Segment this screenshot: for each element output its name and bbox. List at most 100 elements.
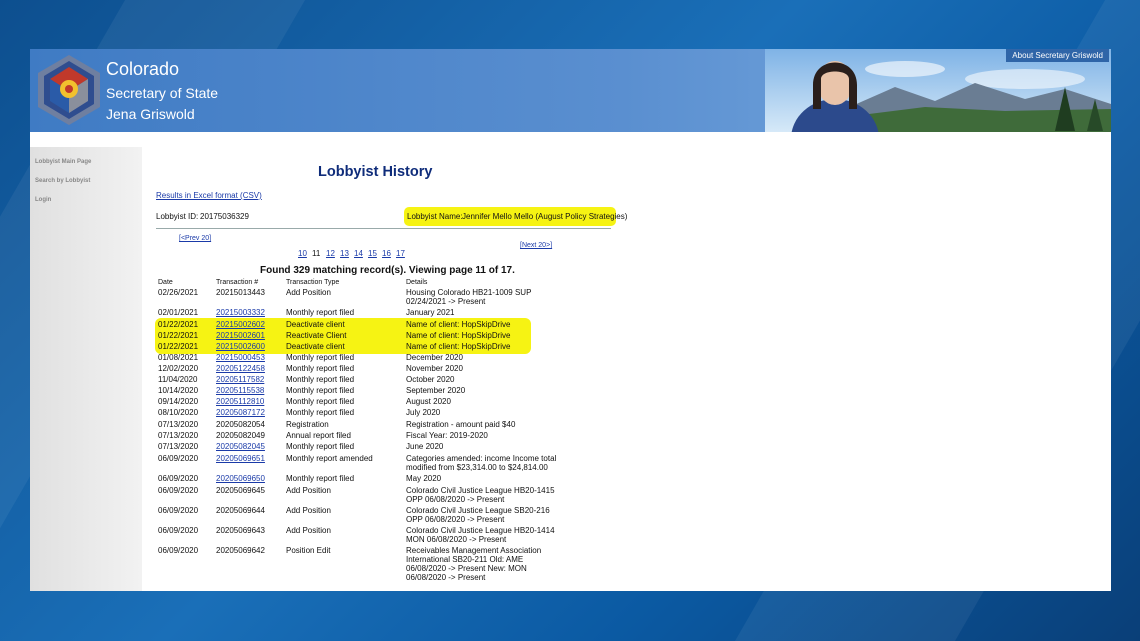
about-secretary-link[interactable]: About Secretary Griswold	[1006, 49, 1109, 62]
row-date: 06/09/2020	[158, 526, 199, 535]
sidebar: Lobbyist Main Page Search by Lobbyist Lo…	[30, 147, 142, 591]
page-link-16[interactable]: 16	[382, 249, 391, 258]
row-type: Add Position	[286, 526, 331, 535]
row-date: 01/22/2021	[158, 331, 199, 340]
row-transaction: 20215013443	[216, 288, 265, 297]
row-transaction-link[interactable]: 20205117582	[216, 375, 264, 384]
row-date: 01/08/2021	[158, 353, 199, 362]
lobbyist-name-label: Lobbyist Name:	[407, 212, 463, 221]
row-transaction: 20205082054	[216, 420, 265, 429]
row-date: 12/02/2020	[158, 364, 199, 373]
column-header-type: Transaction Type	[286, 279, 340, 286]
row-type: Deactivate client	[286, 320, 345, 329]
page-link-14[interactable]: 14	[354, 249, 363, 258]
row-details: 06/08/2020 -> Present New: MON	[406, 564, 527, 573]
page-link-13[interactable]: 13	[340, 249, 349, 258]
row-details: May 2020	[406, 474, 442, 483]
sidebar-item-login[interactable]: Login	[35, 197, 51, 203]
row-transaction-link[interactable]: 20215000453	[216, 353, 265, 362]
row-date: 06/09/2020	[158, 506, 199, 515]
row-date: 07/13/2020	[158, 442, 199, 451]
next-page-link[interactable]: [Next 20>]	[520, 242, 552, 249]
results-summary: Found 329 matching record(s). Viewing pa…	[260, 265, 515, 276]
row-date: 11/04/2020	[158, 375, 198, 384]
row-type: Add Position	[286, 288, 331, 297]
row-type: Monthly report filed	[286, 408, 355, 417]
row-details: July 2020	[406, 408, 441, 417]
row-transaction-link[interactable]: 20205115538	[216, 386, 264, 395]
row-details: 06/08/2020 -> Present	[406, 573, 486, 582]
page-link-17[interactable]: 17	[396, 249, 405, 258]
official-name: Jena Griswold	[106, 106, 195, 122]
row-transaction-link[interactable]: 20205069651	[216, 454, 265, 463]
lobbyist-id-value: 20175036329	[200, 212, 249, 221]
row-type: Monthly report filed	[286, 375, 355, 384]
row-type: Registration	[286, 420, 329, 429]
sidebar-item-search-by-lobbyist[interactable]: Search by Lobbyist	[35, 178, 90, 184]
row-details: modified from $23,314.00 to $24,814.00	[406, 463, 548, 472]
row-details: Name of client: HopSkipDrive	[406, 320, 511, 329]
row-details: Colorado Civil Justice League SB20-216	[406, 506, 550, 515]
row-details: OPP 06/08/2020 -> Present	[406, 515, 505, 524]
row-type: Monthly report filed	[286, 386, 355, 395]
row-details: January 2021	[406, 308, 455, 317]
row-transaction-link[interactable]: 20215002600	[216, 342, 265, 351]
row-date: 01/22/2021	[158, 342, 199, 351]
row-type: Add Position	[286, 486, 331, 495]
row-details: December 2020	[406, 353, 463, 362]
row-details: Name of client: HopSkipDrive	[406, 342, 511, 351]
sidebar-item-lobbyist-main[interactable]: Lobbyist Main Page	[35, 159, 91, 165]
row-transaction-link[interactable]: 20215002601	[216, 331, 265, 340]
row-type: Monthly report filed	[286, 353, 355, 362]
row-type: Monthly report amended	[286, 454, 373, 463]
row-details: August 2020	[406, 397, 451, 406]
row-date: 06/09/2020	[158, 454, 199, 463]
row-details: International SB20-211 Old: AME	[406, 555, 524, 564]
row-transaction: 20205069642	[216, 546, 265, 555]
row-transaction: 20205082049	[216, 431, 265, 440]
row-date: 06/09/2020	[158, 474, 199, 483]
row-details: Categories amended: income Income total	[406, 454, 557, 463]
row-type: Monthly report filed	[286, 364, 355, 373]
column-header-date: Date	[158, 279, 173, 286]
row-type: Reactivate Client	[286, 331, 347, 340]
row-date: 07/13/2020	[158, 420, 199, 429]
row-type: Add Position	[286, 506, 331, 515]
row-date: 10/14/2020	[158, 386, 199, 395]
row-details: OPP 06/08/2020 -> Present	[406, 495, 505, 504]
page-title: Lobbyist History	[318, 164, 433, 180]
row-details: June 2020	[406, 442, 444, 451]
row-type: Monthly report filed	[286, 397, 355, 406]
row-date: 06/09/2020	[158, 486, 199, 495]
page-link-10[interactable]: 10	[298, 249, 307, 258]
row-type: Monthly report filed	[286, 474, 355, 483]
row-date: 01/22/2021	[158, 320, 199, 329]
row-type: Monthly report filed	[286, 308, 355, 317]
row-transaction-link[interactable]: 20205069650	[216, 474, 265, 483]
row-details: October 2020	[406, 375, 455, 384]
page-link-12[interactable]: 12	[326, 249, 335, 258]
row-transaction-link[interactable]: 20215003332	[216, 308, 265, 317]
state-name: Colorado	[106, 59, 180, 79]
prev-page-link[interactable]: [<Prev 20]	[179, 235, 211, 242]
header-banner: Colorado Secretary of State Jena Griswol…	[30, 49, 1111, 132]
row-date: 07/13/2020	[158, 431, 199, 440]
lobbyist-id-label: Lobbyist ID:	[156, 212, 199, 221]
row-type: Position Edit	[286, 546, 331, 555]
page-link-15[interactable]: 15	[368, 249, 377, 258]
column-header-transaction: Transaction #	[216, 279, 259, 286]
excel-export-link[interactable]: Results in Excel format (CSV)	[156, 191, 262, 200]
row-details: Housing Colorado HB21-1009 SUP	[406, 288, 532, 297]
row-transaction-link[interactable]: 20205082045	[216, 442, 265, 451]
row-transaction-link[interactable]: 20205122458	[216, 364, 265, 373]
lobbyist-name-value: Jennifer Mello Mello (August Policy Stra…	[462, 212, 628, 221]
column-header-details: Details	[406, 279, 428, 286]
browser-window: Colorado Secretary of State Jena Griswol…	[30, 49, 1111, 591]
row-transaction-link[interactable]: 20205087172	[216, 408, 265, 417]
row-transaction: 20205069644	[216, 506, 265, 515]
row-details: Fiscal Year: 2019-2020	[406, 431, 488, 440]
row-details: November 2020	[406, 364, 463, 373]
row-transaction-link[interactable]: 20215002602	[216, 320, 265, 329]
row-transaction-link[interactable]: 20205112810	[216, 397, 264, 406]
colorado-logo-icon	[38, 55, 100, 125]
